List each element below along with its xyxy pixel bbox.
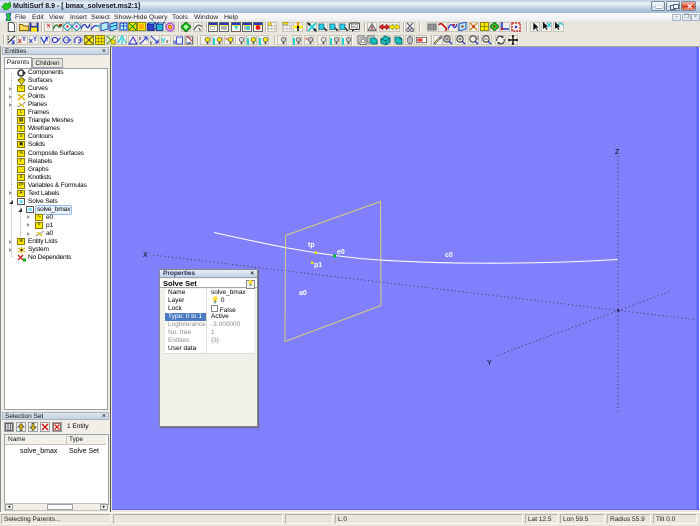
svg-text:x: x (139, 36, 142, 42)
svg-text:c0: c0 (445, 252, 453, 259)
svg-text:Y: Y (22, 37, 26, 43)
svg-text:1: 1 (7, 36, 10, 42)
svg-text:p1: p1 (314, 262, 322, 269)
svg-text:Z: Z (615, 149, 620, 156)
svg-text:X: X (143, 252, 148, 259)
svg-text:x: x (166, 39, 169, 45)
svg-text:Y: Y (33, 37, 37, 43)
svg-text:e0: e0 (337, 249, 345, 256)
svg-text:tp: tp (308, 242, 315, 249)
svg-text:y: y (150, 40, 153, 45)
svg-text:Y: Y (45, 37, 49, 43)
svg-text:a0: a0 (299, 290, 307, 297)
svg-text:EQ: EQ (351, 24, 358, 30)
svg-text:Y: Y (487, 360, 492, 367)
